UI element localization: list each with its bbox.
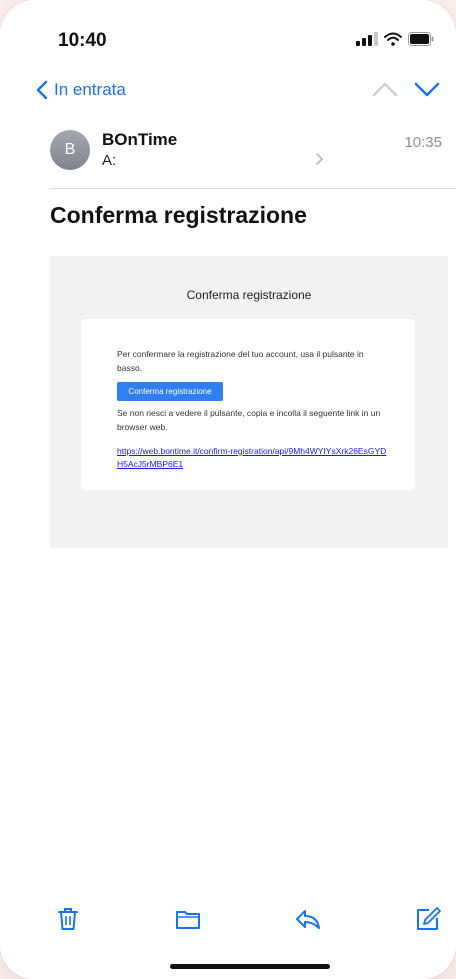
chevron-up-icon[interactable] <box>372 80 398 98</box>
trash-icon[interactable] <box>55 906 81 932</box>
wifi-icon <box>384 32 402 46</box>
sender-name: BOnTime <box>102 130 178 149</box>
chevron-right-icon[interactable] <box>314 152 324 166</box>
recipient-label: A: <box>102 152 117 169</box>
status-bar: 10:40 <box>0 0 456 70</box>
sender-row[interactable]: B BOnTime A: 10:35 <box>50 128 450 182</box>
email-body: Conferma registrazione Per confermare la… <box>50 256 448 548</box>
home-indicator[interactable] <box>170 964 330 969</box>
message-time: 10:35 <box>404 134 442 151</box>
message-subject: Conferma registrazione <box>50 202 307 228</box>
bottom-toolbar <box>0 898 456 938</box>
email-title: Conferma registrazione <box>186 288 312 302</box>
phone-frame: 10:40 In entrata B BOnTime A: 10:35 Conf… <box>0 0 456 979</box>
chevron-left-icon <box>36 80 48 100</box>
folder-icon[interactable] <box>175 906 201 932</box>
email-card: Per confermare la registrazione del tuo … <box>81 319 415 490</box>
mail-navbar: In entrata <box>0 72 456 108</box>
email-paragraph-1: Per confermare la registrazione del tuo … <box>117 349 364 373</box>
chevron-down-icon[interactable] <box>414 80 440 98</box>
battery-icon <box>408 32 434 46</box>
confirm-registration-button[interactable]: Conferma registrazione <box>117 382 223 401</box>
back-button[interactable]: In entrata <box>36 78 126 102</box>
back-label: In entrata <box>54 80 126 99</box>
divider <box>50 188 456 189</box>
status-icons <box>356 32 436 48</box>
confirmation-link[interactable]: https://web.bontime.it/confirm-registrat… <box>117 445 387 471</box>
status-time: 10:40 <box>58 30 107 51</box>
email-paragraph-2: Se non riesci a vedere il pulsante, copi… <box>117 408 381 432</box>
signal-icon <box>356 32 378 46</box>
avatar: B <box>50 130 90 170</box>
compose-icon[interactable] <box>415 906 441 932</box>
reply-icon[interactable] <box>295 906 321 932</box>
